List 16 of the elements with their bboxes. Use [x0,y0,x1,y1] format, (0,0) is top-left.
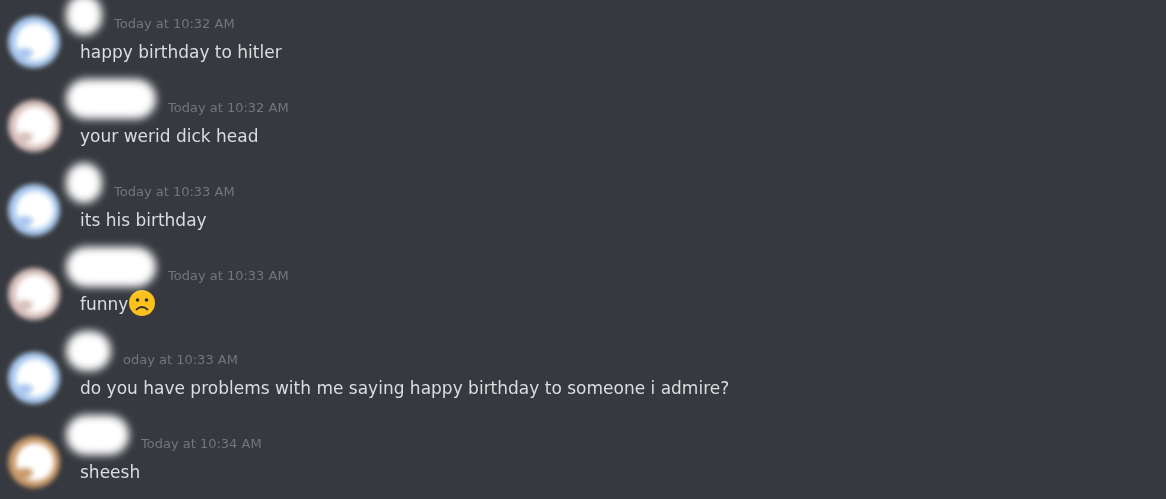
redaction-blur [66,0,102,35]
message-timestamp: Today at 10:32 AM [168,99,289,118]
redaction-blur [66,415,129,455]
message-text: do you have problems with me saying happy birthday to someone i admire? [80,377,730,400]
redaction-blur [66,163,102,203]
message-text: its his birthday [80,209,207,232]
message-text: your werid dick head [80,125,259,148]
message-timestamp: oday at 10:33 AM [123,351,238,370]
message-timestamp: Today at 10:33 AM [114,183,235,202]
message-text: happy birthday to hitler [80,41,282,64]
redaction-blur [66,331,111,371]
message-timestamp: Today at 10:32 AM [114,15,235,34]
message-timestamp: Today at 10:33 AM [168,267,289,286]
message-text: funny [80,293,129,316]
message-text: sheesh [80,461,141,484]
message-timestamp: Today at 10:34 AM [141,435,262,454]
